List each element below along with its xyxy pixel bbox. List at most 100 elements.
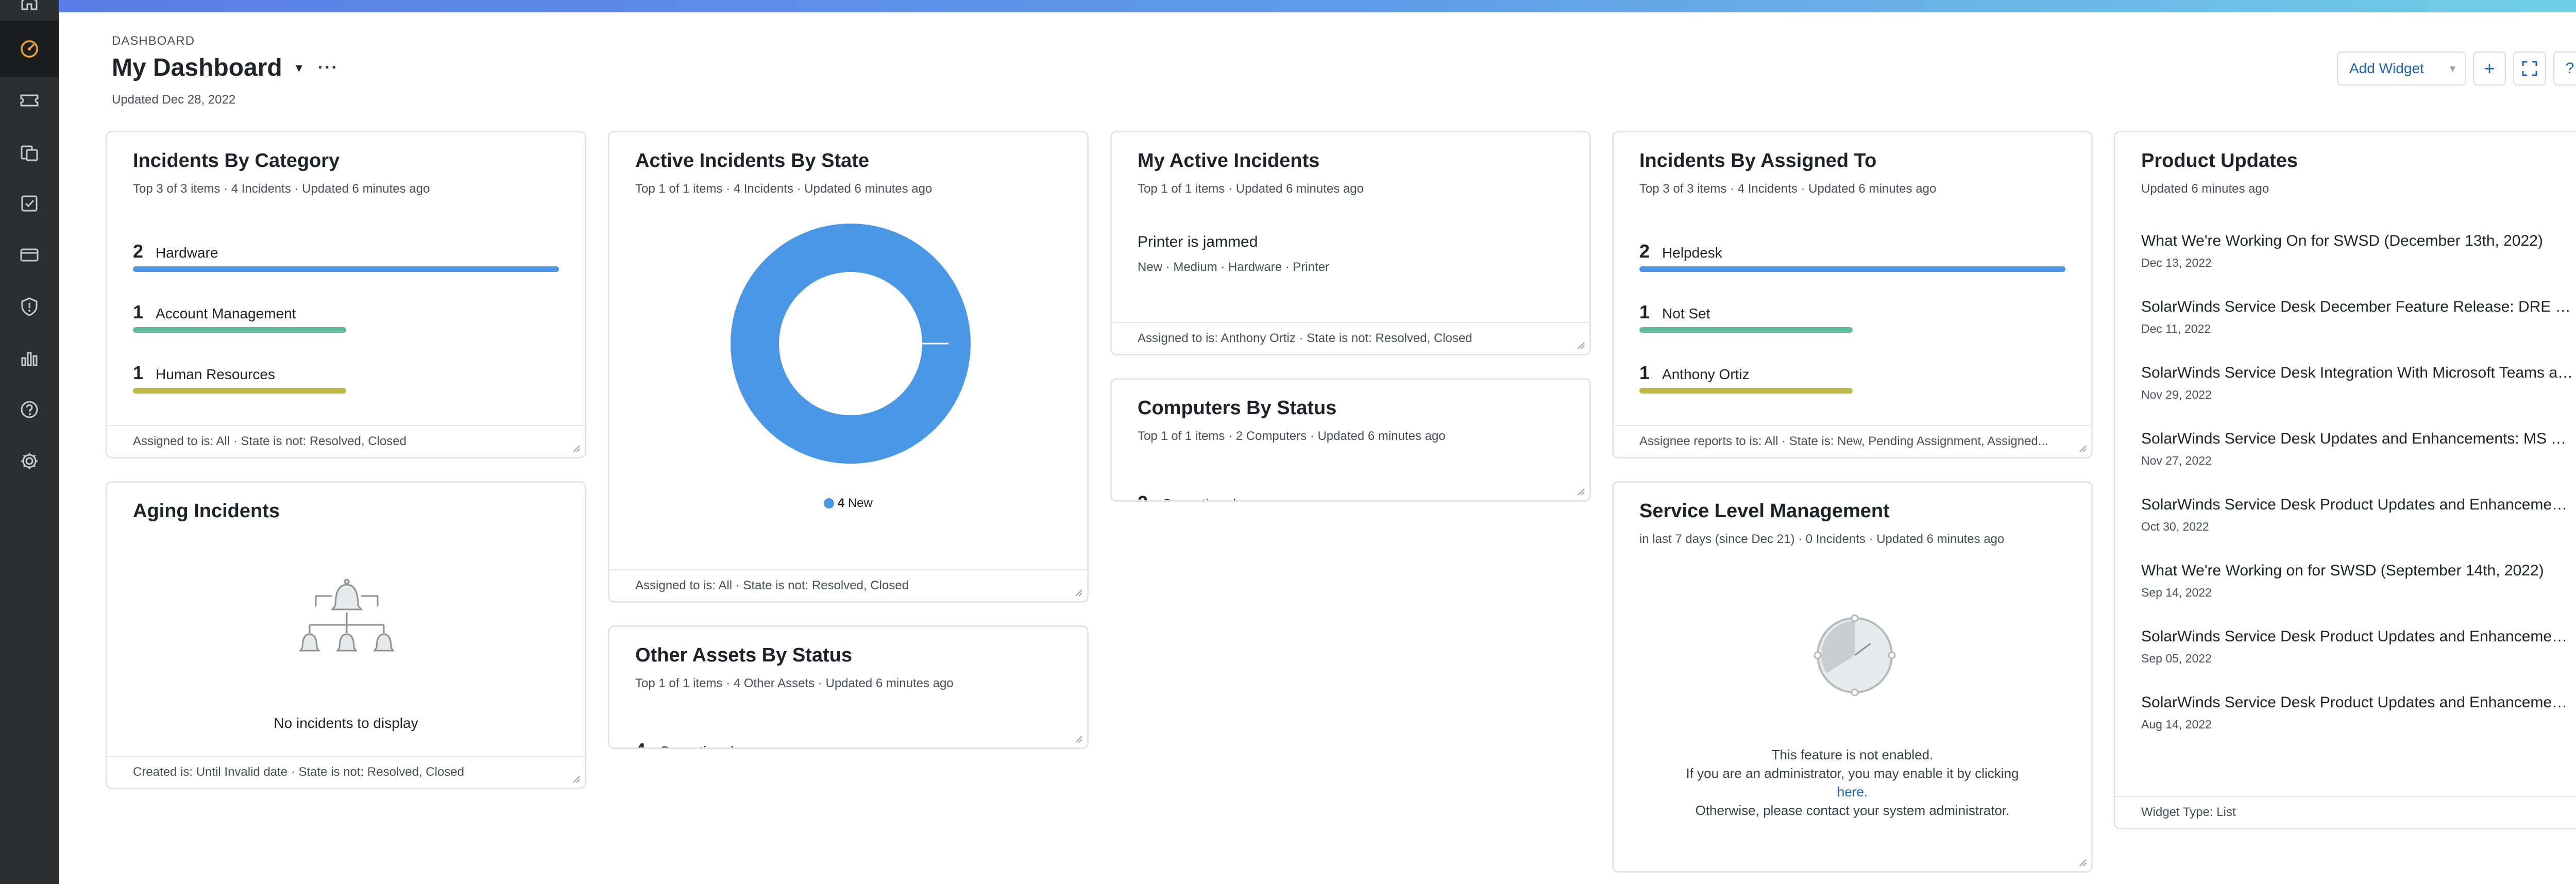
update-title[interactable]: SolarWinds Service Desk Integration With… <box>2141 364 2573 382</box>
resize-handle-icon[interactable] <box>1073 587 1083 597</box>
update-title[interactable]: What We're Working on for SWSD (Septembe… <box>2141 562 2573 580</box>
widget-subtitle: Top 3 of 3 items · 4 Incidents · Updated… <box>133 182 430 196</box>
resize-handle-icon[interactable] <box>2077 857 2087 867</box>
assignee-row[interactable]: 1 Anthony Ortiz <box>1639 362 2065 394</box>
chevron-down-icon: ▾ <box>2449 62 2455 75</box>
question-icon: ? <box>2565 60 2574 77</box>
incident-title[interactable]: Printer is jammed <box>1138 233 1329 251</box>
row-count: 1 <box>133 362 144 383</box>
row-count: 2 <box>1639 241 1650 262</box>
category-row[interactable]: 1 Account Management <box>133 301 559 333</box>
widget-title[interactable]: Product Updates <box>2141 150 2298 172</box>
settings-icon[interactable] <box>19 451 40 471</box>
widget-title[interactable]: Incidents By Category <box>133 150 340 172</box>
row-bar <box>1639 388 1853 394</box>
widget-product-updates[interactable]: Product Updates Updated 6 minutes ago Wh… <box>2114 131 2576 829</box>
more-options-icon[interactable]: ··· <box>318 58 338 78</box>
widget-title[interactable]: Service Level Management <box>1639 500 1890 522</box>
list-item[interactable]: What We're Working on for SWSD (Septembe… <box>2141 562 2573 600</box>
list-item[interactable]: SolarWinds Service Desk December Feature… <box>2141 298 2573 336</box>
donut-chart[interactable] <box>727 220 974 467</box>
row-count: 2 <box>133 241 144 262</box>
catalog-icon[interactable] <box>19 142 40 162</box>
incident-meta: New · Medium · Hardware · Printer <box>1138 260 1330 274</box>
fullscreen-icon <box>2522 61 2537 76</box>
update-title[interactable]: SolarWinds Service Desk December Feature… <box>2141 298 2573 316</box>
update-title[interactable]: SolarWinds Service Desk Product Updates … <box>2141 694 2573 711</box>
add-button[interactable]: + <box>2473 52 2506 86</box>
help-button[interactable]: ? <box>2553 52 2576 86</box>
widget-incidents-by-assigned-to[interactable]: Incidents By Assigned To Top 3 of 3 item… <box>1612 131 2093 458</box>
category-row[interactable]: 2 Hardware <box>133 241 559 272</box>
fullscreen-button[interactable] <box>2513 52 2546 86</box>
widget-computers-by-status[interactable]: Computers By Status Top 1 of 1 items · 2… <box>1110 378 1591 502</box>
contact-admin-text: Otherwise, please contact your system ad… <box>1695 803 2010 818</box>
plus-icon: + <box>2484 58 2495 79</box>
resize-handle-icon[interactable] <box>1073 733 1083 743</box>
category-row[interactable]: 1 Human Resources <box>133 362 559 394</box>
shield-icon[interactable] <box>19 296 40 317</box>
enable-link[interactable]: here. <box>1837 784 1868 800</box>
widget-other-assets-by-status[interactable]: Other Assets By Status Top 1 of 1 items … <box>608 625 1089 749</box>
list-item[interactable]: SolarWinds Service Desk Product Updates … <box>2141 628 2573 666</box>
resize-handle-icon[interactable] <box>1575 339 1585 350</box>
list-item[interactable]: SolarWinds Service Desk Product Updates … <box>2141 694 2573 732</box>
assignee-row[interactable]: 1 Not Set <box>1639 301 2065 333</box>
update-date: Sep 14, 2022 <box>2141 586 2212 599</box>
reports-icon[interactable] <box>19 348 40 368</box>
row-bar <box>133 388 346 394</box>
widget-my-active-incidents[interactable]: My Active Incidents Top 1 of 1 items · U… <box>1110 131 1591 355</box>
update-title[interactable]: SolarWinds Service Desk Product Updates … <box>2141 496 2573 514</box>
widget-subtitle: Top 1 of 1 items · Updated 6 minutes ago <box>1138 182 1364 196</box>
ticket-icon[interactable] <box>19 90 40 111</box>
update-title[interactable]: What We're Working On for SWSD (December… <box>2141 232 2573 250</box>
resize-handle-icon[interactable] <box>2077 443 2087 453</box>
widget-subtitle: Top 1 of 1 items · 4 Incidents · Updated… <box>635 182 933 196</box>
widget-active-incidents-by-state[interactable]: Active Incidents By State Top 1 of 1 ite… <box>608 131 1089 603</box>
widget-title[interactable]: Other Assets By Status <box>635 644 852 667</box>
dashboard-updated-date: Updated Dec 28, 2022 <box>112 93 236 107</box>
widget-title[interactable]: Aging Incidents <box>133 500 280 522</box>
list-item[interactable]: SolarWinds Service Desk Integration With… <box>2141 364 2573 402</box>
status-row[interactable]: 4 Operational <box>635 739 734 747</box>
list-item[interactable]: SolarWinds Service Desk Updates and Enha… <box>2141 430 2573 468</box>
widget-subtitle: Top 1 of 1 items · 2 Computers · Updated… <box>1138 429 1446 443</box>
tasks-icon[interactable] <box>19 193 40 214</box>
chevron-down-icon[interactable]: ▾ <box>296 60 302 76</box>
not-enabled-text: This feature is not enabled. <box>1771 747 1934 762</box>
list-item[interactable]: SolarWinds Service Desk Product Updates … <box>2141 496 2573 534</box>
row-count: 4 <box>635 739 646 747</box>
widget-title[interactable]: Computers By Status <box>1138 397 1336 419</box>
widget-title[interactable]: Active Incidents By State <box>635 150 869 172</box>
help-icon[interactable] <box>19 399 40 420</box>
add-widget-button[interactable]: Add Widget ▾ <box>2337 52 2466 86</box>
dashboard-icon[interactable] <box>19 39 40 59</box>
widget-service-level-management[interactable]: Service Level Management in last 7 days … <box>1612 481 2093 873</box>
resize-handle-icon[interactable] <box>570 443 581 453</box>
widget-incidents-by-category[interactable]: Incidents By Category Top 3 of 3 items ·… <box>106 131 586 458</box>
widget-title[interactable]: My Active Incidents <box>1138 150 1319 172</box>
update-title[interactable]: SolarWinds Service Desk Updates and Enha… <box>2141 430 2573 448</box>
chart-legend[interactable]: 4 New <box>609 496 1087 511</box>
home-icon[interactable] <box>19 0 40 11</box>
card-icon[interactable] <box>19 245 40 265</box>
incident-item[interactable]: Printer is jammed New · Medium · Hardwar… <box>1138 233 1329 275</box>
dashboard-toolbar: Add Widget ▾ + ? <box>2337 52 2576 86</box>
legend-count: 4 <box>837 496 845 510</box>
row-bar <box>133 327 346 333</box>
list-item[interactable]: What We're Working On for SWSD (December… <box>2141 232 2573 270</box>
assignee-row[interactable]: 2 Helpdesk <box>1639 241 2065 272</box>
bell-hierarchy-icon <box>299 579 395 652</box>
row-label: Operational <box>1161 496 1236 500</box>
resize-handle-icon[interactable] <box>1575 486 1585 496</box>
nav-rail <box>0 0 59 884</box>
update-title[interactable]: SolarWinds Service Desk Product Updates … <box>2141 628 2573 645</box>
page-title[interactable]: My Dashboard <box>112 54 282 82</box>
row-label: Operational <box>659 743 734 747</box>
widget-filter-footer: Assignee reports to is: All · State is: … <box>1614 425 2091 457</box>
breadcrumb[interactable]: DASHBOARD <box>112 34 195 48</box>
widget-title[interactable]: Incidents By Assigned To <box>1639 150 1876 172</box>
status-row[interactable]: 2 Operational <box>1138 492 1236 500</box>
widget-aging-incidents[interactable]: Aging Incidents No incidents to display … <box>106 481 586 789</box>
resize-handle-icon[interactable] <box>570 773 581 784</box>
